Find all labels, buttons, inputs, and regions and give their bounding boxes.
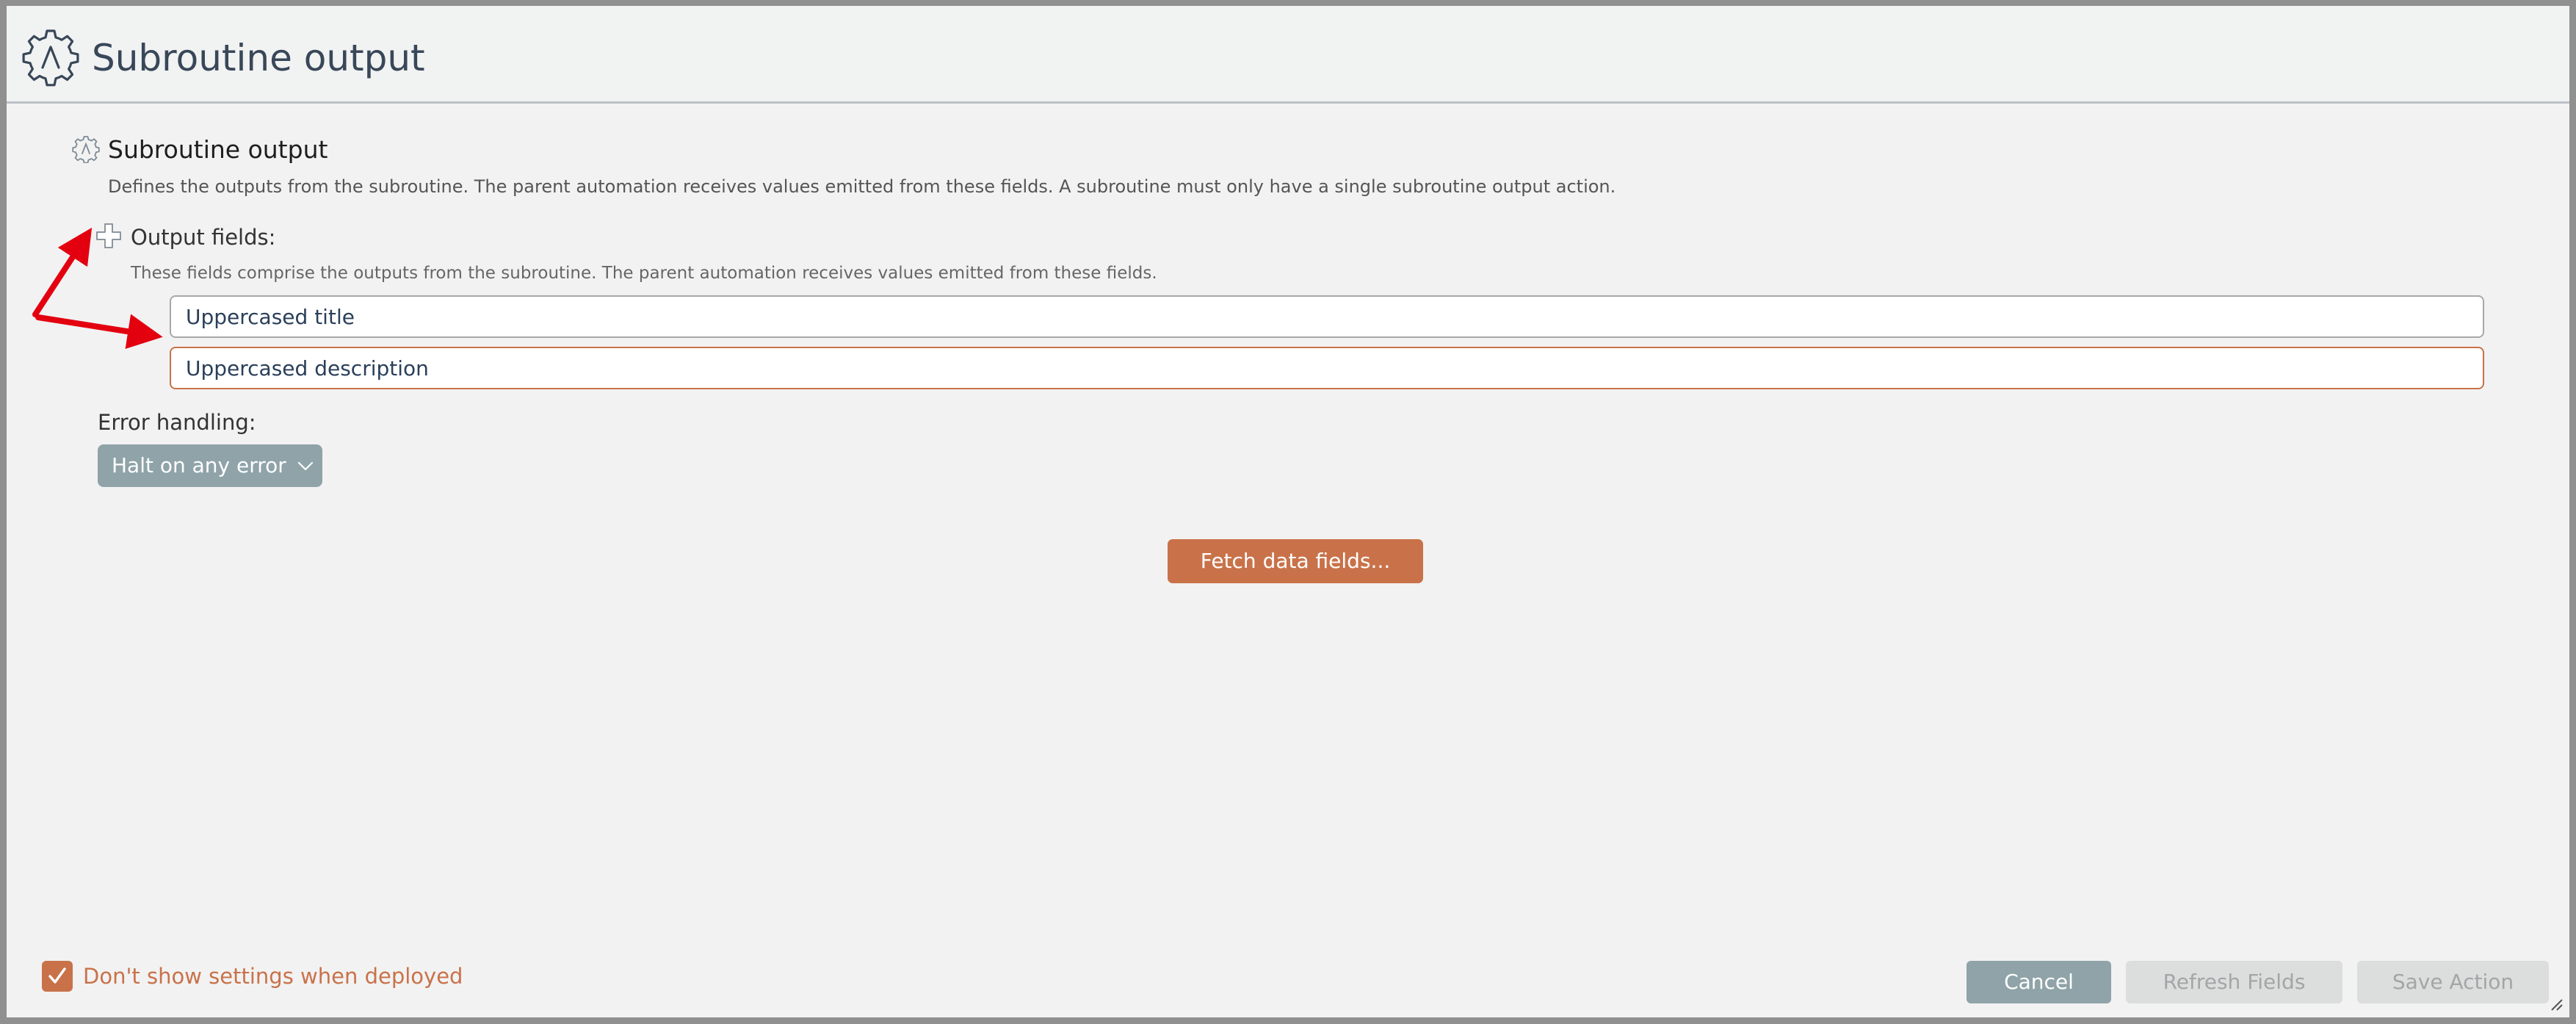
resize-grip-icon[interactable]	[2549, 997, 2564, 1012]
fetch-data-fields-button[interactable]: Fetch data fields...	[1168, 539, 1423, 583]
dialog-window: Subroutine output Subroutine output Defi…	[0, 0, 2576, 1024]
dont-show-settings-label[interactable]: Don't show settings when deployed	[83, 960, 463, 992]
error-handling-label: Error handling:	[98, 410, 256, 435]
subroutine-gear-icon	[22, 29, 79, 87]
output-fields-label: Output fields:	[131, 225, 276, 250]
output-fields-description: These fields comprise the outputs from t…	[131, 264, 1157, 283]
dialog-title: Subroutine output	[92, 37, 425, 79]
error-handling-selected-value: Halt on any error	[112, 453, 286, 477]
checkmark-icon	[48, 967, 66, 984]
section-description: Defines the outputs from the subroutine.…	[108, 176, 1616, 197]
output-field-1-input[interactable]	[170, 295, 2484, 338]
cancel-button[interactable]: Cancel	[1967, 961, 2111, 1003]
error-handling-select[interactable]: Halt on any error	[98, 444, 322, 487]
output-field-2-input[interactable]	[170, 347, 2484, 389]
subroutine-small-icon	[72, 136, 100, 163]
chevron-down-icon	[297, 461, 314, 471]
dialog-header: Subroutine output	[7, 6, 2569, 104]
add-output-field-plus-icon[interactable]	[95, 223, 122, 249]
save-action-button[interactable]: Save Action	[2357, 961, 2549, 1003]
refresh-fields-button[interactable]: Refresh Fields	[2126, 961, 2342, 1003]
dont-show-settings-checkbox[interactable]	[42, 961, 73, 992]
section-title: Subroutine output	[108, 135, 328, 164]
